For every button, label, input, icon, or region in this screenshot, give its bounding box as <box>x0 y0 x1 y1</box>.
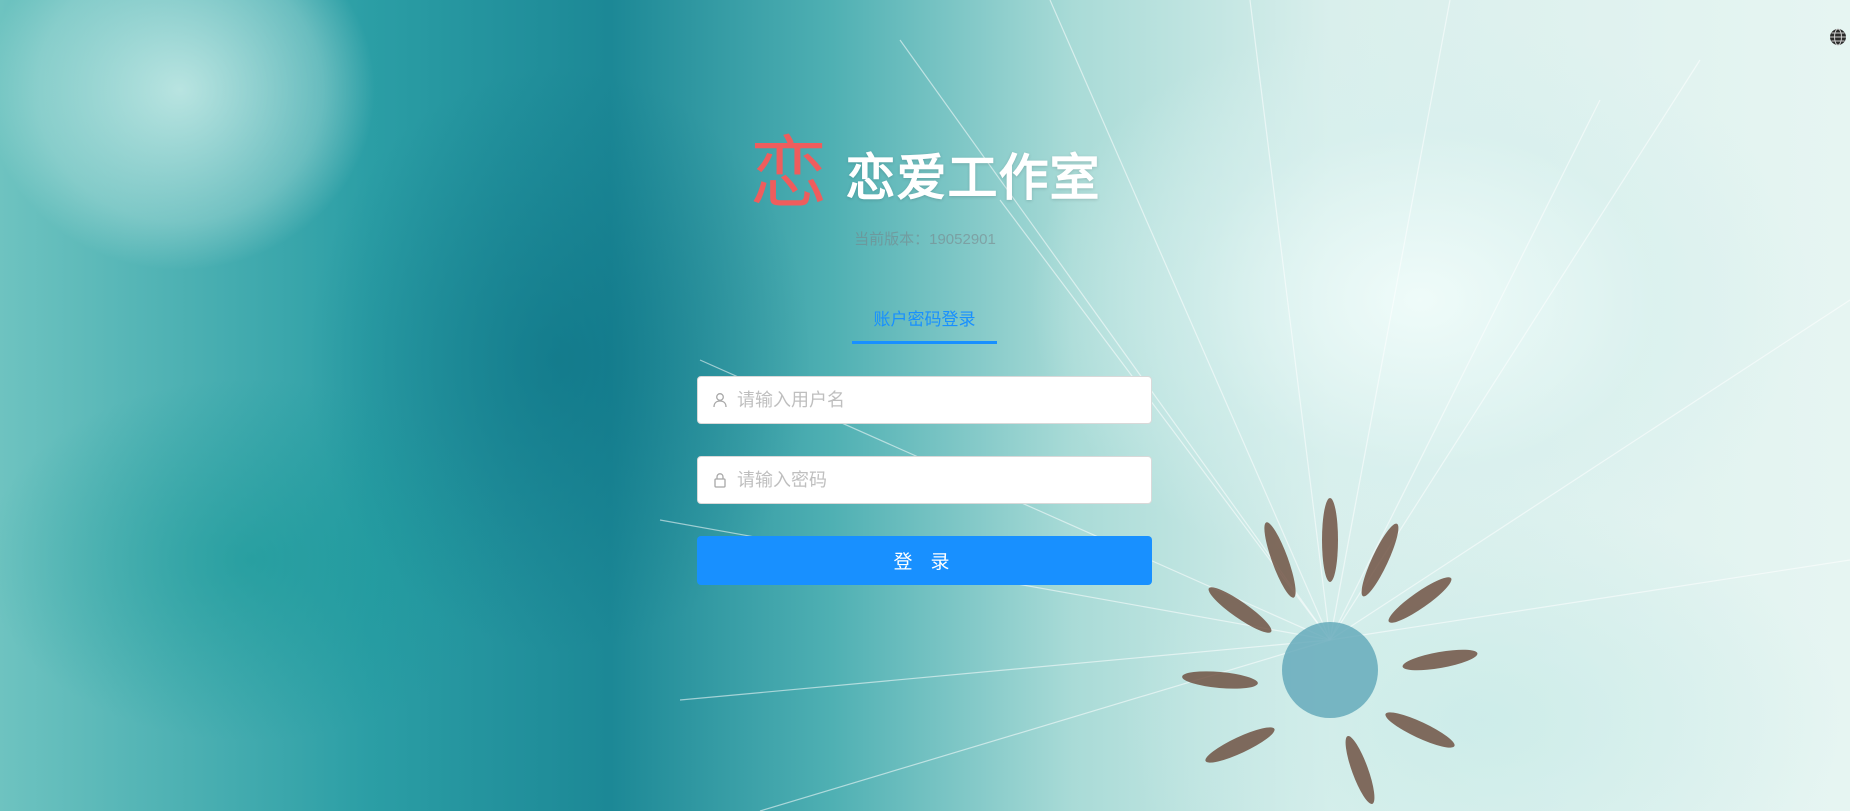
login-tabs: 账户密码登录 <box>697 305 1152 344</box>
app-title: 恋爱工作室 <box>845 149 1101 207</box>
login-button[interactable]: 登 录 <box>697 536 1152 585</box>
password-field[interactable] <box>697 456 1152 504</box>
lock-icon <box>714 473 726 488</box>
tab-account-password[interactable]: 账户密码登录 <box>852 305 997 344</box>
app-logo: 恋 <box>749 129 828 219</box>
login-form: 账户密码登录 登 录 <box>697 305 1152 585</box>
version-text: 当前版本：19052901 <box>854 231 996 248</box>
user-icon <box>713 393 727 408</box>
login-page: 恋 恋爱工作室 当前版本：19052901 账户密码登录 登 录 <box>0 0 1850 811</box>
globe-icon[interactable] <box>1828 27 1848 47</box>
username-field[interactable] <box>697 376 1152 424</box>
password-input[interactable] <box>737 458 1137 502</box>
app-header: 恋 恋爱工作室 当前版本：19052901 <box>0 130 1850 249</box>
brand: 恋 恋爱工作室 <box>749 130 1100 218</box>
username-input[interactable] <box>737 378 1137 422</box>
